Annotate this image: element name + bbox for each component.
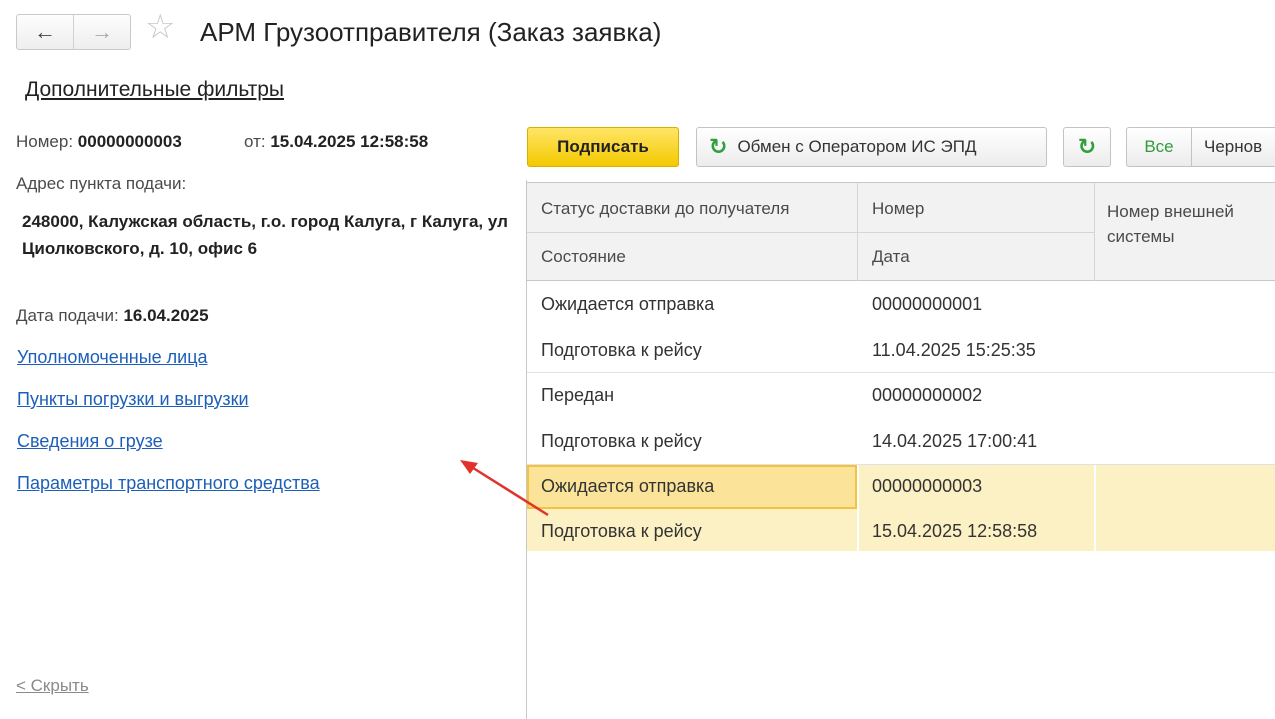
- row-state: Подготовка к рейсу: [541, 431, 702, 451]
- vehicle-params-link[interactable]: Параметры транспортного средства: [17, 473, 320, 494]
- navigation-buttons: ← →: [16, 14, 131, 50]
- authorized-persons-link[interactable]: Уполномоченные лица: [17, 347, 208, 368]
- table-header: Статус доставки до получателя Номер Номе…: [527, 183, 1275, 281]
- column-delivery-status[interactable]: Статус доставки до получателя: [541, 199, 789, 219]
- number-label: Номер:: [16, 132, 74, 151]
- column-number[interactable]: Номер: [872, 199, 924, 219]
- table-row[interactable]: Передан 00000000002 Подготовка к рейсу 1…: [527, 372, 1275, 462]
- cargo-info-link[interactable]: Сведения о грузе: [17, 431, 163, 452]
- row-date: 14.04.2025 17:00:41: [872, 431, 1038, 451]
- from-value: 15.04.2025 12:58:58: [270, 132, 429, 151]
- hide-panel-link[interactable]: < Скрыть: [16, 676, 89, 696]
- refresh-icon: ↻: [709, 134, 728, 159]
- row-state: Подготовка к рейсу: [541, 340, 702, 360]
- row-date: 15.04.2025 12:58:58: [872, 521, 1038, 541]
- row-number: 00000000003: [872, 476, 983, 496]
- row-delivery-status: Ожидается отправка: [541, 476, 715, 496]
- loading-points-link[interactable]: Пункты погрузки и выгрузки: [17, 389, 249, 410]
- column-date[interactable]: Дата: [872, 247, 910, 267]
- submission-date-row: Дата подачи: 16.04.2025: [16, 306, 209, 326]
- column-external-number[interactable]: Номер внешней системы: [1107, 199, 1272, 249]
- row-number: 00000000002: [872, 385, 983, 405]
- column-state[interactable]: Состояние: [541, 247, 626, 267]
- status-filter-group: Все Чернов: [1126, 127, 1275, 167]
- filter-drafts-button[interactable]: Чернов: [1192, 128, 1274, 166]
- refresh-button[interactable]: ↻: [1063, 127, 1111, 167]
- sign-button[interactable]: Подписать: [527, 127, 679, 167]
- order-date-row: от: 15.04.2025 12:58:58: [244, 132, 428, 152]
- row-delivery-status: Передан: [541, 385, 615, 405]
- additional-filters-link[interactable]: Дополнительные фильтры: [25, 78, 284, 102]
- row-state: Подготовка к рейсу: [541, 521, 702, 541]
- page-title: АРМ Грузоотправителя (Заказ заявка): [200, 17, 662, 47]
- exchange-operator-button[interactable]: ↻ Обмен с Оператором ИС ЭПД: [696, 127, 1047, 167]
- forward-arrow-icon[interactable]: →: [73, 15, 130, 49]
- row-date: 11.04.2025 15:25:35: [872, 340, 1036, 360]
- orders-table: Статус доставки до получателя Номер Номе…: [527, 182, 1275, 719]
- star-icon[interactable]: ☆: [145, 10, 175, 44]
- filter-all-button[interactable]: Все: [1127, 128, 1192, 166]
- row-number: 00000000001: [872, 294, 983, 314]
- refresh-icon: ↻: [1077, 134, 1097, 159]
- date-value: 16.04.2025: [123, 306, 209, 325]
- back-arrow-icon[interactable]: ←: [17, 15, 73, 49]
- order-number-row: Номер: 00000000003: [16, 132, 182, 152]
- date-label: Дата подачи:: [16, 306, 119, 325]
- table-row[interactable]: Ожидается отправка 00000000001 Подготовк…: [527, 282, 1275, 372]
- exchange-label: Обмен с Оператором ИС ЭПД: [737, 137, 977, 156]
- row-delivery-status: Ожидается отправка: [541, 294, 715, 314]
- address-label: Адрес пункта подачи:: [16, 174, 187, 193]
- table-row-selected[interactable]: Ожидается отправка 00000000003 Подготовк…: [527, 464, 1275, 552]
- address-value: 248000, Калужская область, г.о. город Ка…: [22, 212, 508, 258]
- number-value: 00000000003: [77, 132, 182, 151]
- from-label: от:: [244, 132, 266, 151]
